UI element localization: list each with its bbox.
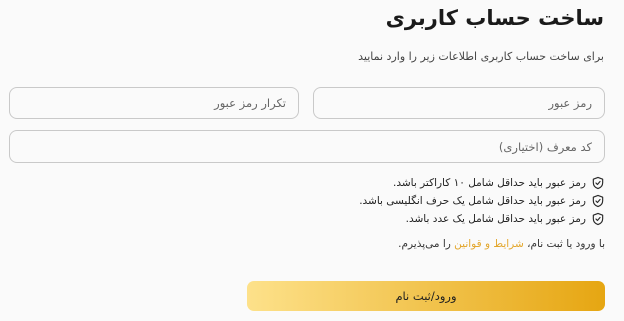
page-title: ساخت حساب کاربری — [385, 6, 604, 30]
password-rule: رمز عبور باید حداقل شامل یک حرف انگلیسی … — [359, 192, 605, 209]
password-rule-text: رمز عبور باید حداقل شامل یک حرف انگلیسی … — [359, 194, 586, 207]
confirm-password-input[interactable] — [10, 88, 298, 118]
signup-page: ساخت حساب کاربری برای ساخت حساب کاربری ا… — [0, 0, 624, 321]
shield-check-icon — [592, 212, 604, 225]
password-rule: رمز عبور باید حداقل شامل یک عدد باشد. — [359, 210, 605, 227]
terms-prefix: با ورود یا ثبت نام، — [523, 238, 605, 250]
password-rule-text: رمز عبور باید حداقل شامل ۱۰ کاراکتر باشد… — [393, 176, 586, 189]
referral-code-input[interactable] — [10, 131, 604, 162]
page-subtitle: برای ساخت حساب کاربری اطلاعات زیر را وار… — [358, 50, 604, 63]
terms-notice: با ورود یا ثبت نام، شرایط و قوانین را می… — [398, 238, 605, 250]
password-rule-text: رمز عبور باید حداقل شامل یک عدد باشد. — [405, 212, 586, 225]
password-input[interactable] — [314, 88, 604, 118]
terms-suffix: را می‌پذیرم. — [398, 238, 455, 250]
referral-code-field[interactable] — [9, 130, 605, 163]
terms-link[interactable]: شرایط و قوانین — [454, 238, 524, 250]
shield-check-icon — [592, 176, 604, 189]
password-rules-list: رمز عبور باید حداقل شامل ۱۰ کاراکتر باشد… — [359, 174, 605, 228]
shield-check-icon — [592, 194, 604, 207]
confirm-password-field[interactable] — [9, 87, 299, 119]
password-field[interactable] — [313, 87, 605, 119]
password-rule: رمز عبور باید حداقل شامل ۱۰ کاراکتر باشد… — [359, 174, 605, 191]
signup-submit-button[interactable]: ورود/ثبت نام — [247, 281, 605, 311]
